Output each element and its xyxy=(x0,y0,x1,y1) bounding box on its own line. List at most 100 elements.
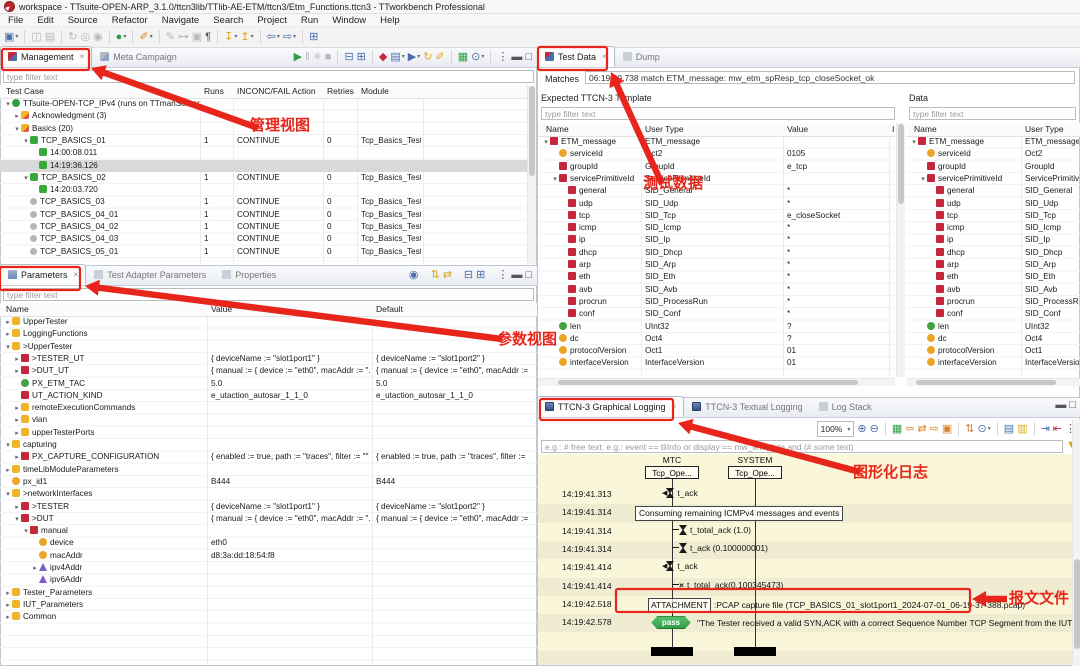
testcase-row[interactable]: TCP_BASICS_04_031CONTINUE0Tcp_Basics_Tes… xyxy=(0,233,527,245)
parameter-row[interactable]: ▾manual xyxy=(0,525,537,537)
link-editor-icon[interactable]: ⊶ xyxy=(178,32,189,43)
parameter-row[interactable]: ▸LoggingFunctions xyxy=(0,328,537,340)
bookmark-log-icon[interactable]: ▣ xyxy=(942,424,952,435)
data-row[interactable]: avbSID_Avb xyxy=(906,284,1080,296)
dropdown-arrow-icon[interactable]: ▾ xyxy=(15,32,18,43)
column-header-user-type[interactable]: User Type xyxy=(645,124,684,134)
data-row[interactable]: ethSID_Eth xyxy=(906,271,1080,283)
coverage-icon[interactable]: ◉ xyxy=(93,32,103,43)
parameter-row[interactable]: ▾>UpperTester xyxy=(0,341,537,353)
run-configuration-icon[interactable]: ▶▾ xyxy=(408,52,420,63)
column-header-test-case[interactable]: Test Case xyxy=(6,86,44,96)
close-icon[interactable]: × xyxy=(74,270,79,279)
collapse-all-icon[interactable]: ⊟ xyxy=(464,270,473,281)
menu-refactor[interactable]: Refactor xyxy=(112,15,148,26)
prev-annotation-icon[interactable]: ↥▾ xyxy=(240,32,253,43)
run-icon[interactable]: ●▾ xyxy=(116,32,127,43)
report-table-icon[interactable]: ▦ xyxy=(458,52,468,63)
timeout-event[interactable]: ×t_total_ack(0.100345473) xyxy=(672,580,783,590)
parameters-tab-properties[interactable]: Properties xyxy=(214,264,284,285)
debug-attach-icon[interactable]: ◎ xyxy=(80,32,90,43)
export-log-icon[interactable]: ▤ xyxy=(1004,424,1014,435)
zoom-out-icon[interactable]: ⊖ xyxy=(870,424,879,435)
logging-filter-input[interactable] xyxy=(541,440,1063,453)
template-row[interactable]: tcpSID_Tcpe_closeSocket xyxy=(538,210,895,222)
minimize-icon[interactable]: ▬ xyxy=(1055,400,1066,411)
testcase-row[interactable]: 14:00:08.011 xyxy=(0,147,527,159)
new-wizard-icon[interactable]: ▣▾ xyxy=(4,32,18,43)
testcase-row[interactable]: ▾TCP_BASICS_021CONTINUE0Tcp_Basics_Test.… xyxy=(0,172,527,184)
logging-scrollbar[interactable] xyxy=(1072,419,1080,666)
component-box[interactable]: Tcp_Ope... xyxy=(645,466,699,479)
menu-window[interactable]: Window xyxy=(332,15,366,26)
column-header-runs[interactable]: Runs xyxy=(204,86,224,96)
testcase-row[interactable]: TCP_BASICS_04_021CONTINUE0Tcp_Basics_Tes… xyxy=(0,221,527,233)
logging-tab-log-stack[interactable]: Log Stack xyxy=(811,396,880,417)
next-annotation-icon[interactable]: ↧▾ xyxy=(224,32,237,43)
open-perspective-icon[interactable]: ⊞ xyxy=(309,32,318,43)
note-event[interactable]: Consuming remaining ICMPv4 messages and … xyxy=(635,506,843,521)
template-row[interactable]: lenUInt32? xyxy=(538,321,895,333)
template-row[interactable]: generalSID_General* xyxy=(538,185,895,197)
data-row[interactable]: lenUInt32 xyxy=(906,321,1080,333)
refresh-icon[interactable]: ↻ xyxy=(423,52,432,63)
testcase-row[interactable]: ▾Basics (20) xyxy=(0,123,527,135)
data-row[interactable]: udpSID_Udp xyxy=(906,198,1080,210)
data-row[interactable]: interfaceVersionInterfaceVersion xyxy=(906,357,1080,369)
data-row[interactable]: icmpSID_Icmp xyxy=(906,222,1080,234)
expand-all-icon[interactable]: ⊞ xyxy=(476,270,485,281)
view-menu-icon[interactable]: ⋮ xyxy=(497,52,508,63)
management-tab-meta-campaign[interactable]: Meta Campaign xyxy=(92,46,185,67)
timer-stop-event[interactable]: ◀t_ack xyxy=(662,488,698,498)
menu-source[interactable]: Source xyxy=(68,15,98,26)
dropdown-arrow-icon[interactable]: ▾ xyxy=(481,52,484,63)
filter-params-icon[interactable]: ⇅ xyxy=(430,270,439,281)
view-menu-icon[interactable]: ⋮ xyxy=(497,270,508,281)
template-row[interactable]: interfaceVersionInterfaceVersion01 xyxy=(538,357,895,369)
menu-run[interactable]: Run xyxy=(301,15,318,26)
parameter-row[interactable]: ▸>TESTER_UT{ deviceName := "slot1port1" … xyxy=(0,353,537,365)
parameter-row[interactable]: ▸remoteExecutionCommands xyxy=(0,402,537,414)
filter-in-icon[interactable]: ⇥ xyxy=(1041,424,1050,435)
parameter-row[interactable]: ipv6Addr xyxy=(0,574,537,586)
parameter-row[interactable]: ▾>networkInterfaces xyxy=(0,488,537,500)
close-icon[interactable]: × xyxy=(602,52,607,61)
testcase-row[interactable]: TCP_BASICS_031CONTINUE0Tcp_Basics_Test..… xyxy=(0,196,527,208)
data-filter-input[interactable] xyxy=(909,107,1076,120)
template-hscrollbar[interactable] xyxy=(538,378,895,386)
filter-out-icon[interactable]: ⇤ xyxy=(1053,424,1062,435)
component-box[interactable]: Tcp_Ope... xyxy=(728,466,782,479)
parameter-row[interactable]: ▸timeLibModuleParameters xyxy=(0,464,537,476)
data-row[interactable]: confSID_Conf xyxy=(906,308,1080,320)
link-with-editor-icon[interactable]: ◉ xyxy=(409,270,419,281)
data-row[interactable]: dcOct4 xyxy=(906,333,1080,345)
testdata-tab-dump[interactable]: Dump xyxy=(615,46,668,67)
template-row[interactable]: serviceIdOct20105 xyxy=(538,148,895,160)
data-row[interactable]: arpSID_Arp xyxy=(906,259,1080,271)
dropdown-arrow-icon[interactable]: ▾ xyxy=(251,32,254,43)
column-header-default[interactable]: Default xyxy=(376,304,403,314)
expand-all-icon[interactable]: ⊞ xyxy=(357,52,366,63)
data-row[interactable]: serviceIdOct2 xyxy=(906,148,1080,160)
dropdown-arrow-icon[interactable]: ▾ xyxy=(847,426,850,433)
data-row[interactable]: ipSID_Ip xyxy=(906,234,1080,246)
column-header-name[interactable]: Name xyxy=(914,124,937,134)
parameter-row[interactable]: ▸Tester_Parameters xyxy=(0,587,537,599)
column-header-module[interactable]: Module xyxy=(361,86,389,96)
expander-icon[interactable]: ▸ xyxy=(4,612,12,624)
parameter-row[interactable]: ▸ipv4Addr xyxy=(0,562,537,574)
next-match-icon[interactable]: ⇨ xyxy=(930,424,939,435)
template-row[interactable]: udpSID_Udp* xyxy=(538,198,895,210)
data-row[interactable]: ▾servicePrimitiveIdServicePrimitiveId xyxy=(906,173,1080,185)
minimize-icon[interactable]: ▬ xyxy=(511,52,522,63)
parameters-filter-input[interactable] xyxy=(3,288,534,301)
data-row[interactable]: procrunSID_ProcessRun xyxy=(906,296,1080,308)
template-row[interactable]: ethSID_Eth* xyxy=(538,271,895,283)
attachment-label[interactable]: ATTACHMENT xyxy=(648,598,711,612)
maximize-icon[interactable]: □ xyxy=(525,52,532,63)
search-pin-icon[interactable]: ✐▾ xyxy=(139,32,152,43)
column-header-user-type[interactable]: User Type xyxy=(1025,124,1064,134)
parameter-row[interactable]: ▸IUT_Parameters xyxy=(0,599,537,611)
dropdown-arrow-icon[interactable]: ▾ xyxy=(277,32,280,43)
template-row[interactable]: groupIdGroupIde_tcp xyxy=(538,161,895,173)
